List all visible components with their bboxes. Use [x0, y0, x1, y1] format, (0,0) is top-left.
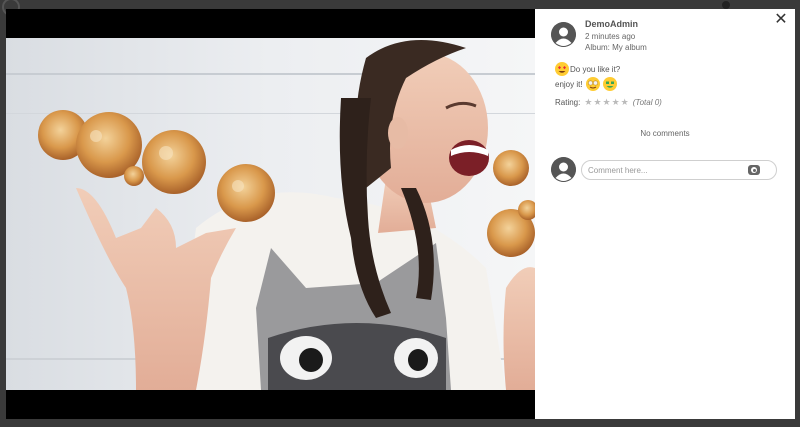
no-comments-text: No comments — [640, 129, 690, 138]
star-icon[interactable]: ★ — [621, 98, 629, 107]
description-text-2: enjoy it! — [555, 79, 583, 89]
rating-label: Rating: — [555, 98, 581, 107]
comment-box — [581, 160, 777, 180]
page-backdrop: ✕ DemoAdmin 2 minutes ago Album: My albu… — [0, 0, 800, 427]
description-line-1: Do you like it? — [555, 62, 620, 76]
heart-eyes-emoji — [555, 62, 569, 76]
corner-dot-icon — [722, 1, 730, 9]
star-icon[interactable]: ★ — [584, 98, 592, 107]
commenter-avatar — [551, 157, 576, 182]
rating-stars[interactable]: ★ ★ ★ ★ ★ — [584, 98, 628, 107]
star-icon[interactable]: ★ — [612, 98, 620, 107]
rating-total: (Total 0) — [632, 98, 662, 107]
comments-panel: ✕ DemoAdmin 2 minutes ago Album: My albu… — [535, 9, 795, 419]
star-icon[interactable]: ★ — [593, 98, 601, 107]
description-line-2: enjoy it! — [555, 77, 617, 91]
rating-row: Rating: ★ ★ ★ ★ ★ (Total 0) — [555, 98, 662, 108]
woman-eating-donuts-photo — [6, 38, 535, 390]
author-avatar[interactable] — [551, 22, 576, 47]
camera-icon[interactable] — [748, 165, 760, 175]
close-icon[interactable]: ✕ — [773, 11, 789, 29]
star-struck-emoji — [585, 77, 600, 91]
post-time: 2 minutes ago — [585, 32, 636, 41]
album-name[interactable]: Album: My album — [585, 43, 647, 52]
description-text-1: Do you like it? — [570, 64, 621, 74]
author-name[interactable]: DemoAdmin — [585, 19, 638, 29]
photo-lightbox: ✕ DemoAdmin 2 minutes ago Album: My albu… — [6, 9, 795, 419]
comment-input[interactable] — [588, 161, 744, 179]
photo-image — [6, 38, 535, 390]
user-avatar-icon — [551, 157, 576, 182]
star-icon[interactable]: ★ — [603, 98, 611, 107]
photo-stage[interactable] — [6, 9, 535, 419]
money-mouth-emoji — [602, 77, 617, 91]
user-avatar-icon — [551, 22, 576, 47]
